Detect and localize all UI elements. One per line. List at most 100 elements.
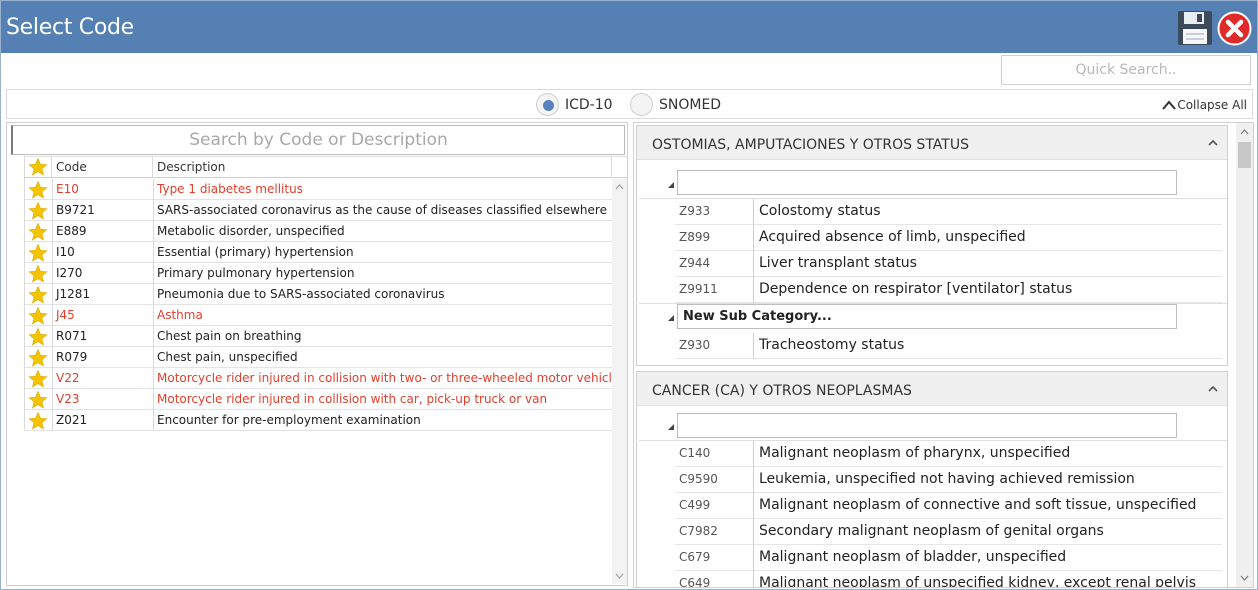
code-cell: I270 [56, 266, 83, 280]
category-title: CANCER (CA) Y OTROS NEOPLASMAS [652, 383, 912, 399]
description-cell: Asthma [157, 308, 203, 322]
subcategory-name-field[interactable] [677, 413, 1177, 438]
category-card: CANCER (CA) Y OTROS NEOPLASMAS C140 Malig… [636, 371, 1228, 588]
code-row[interactable]: C140 Malignant neoplasm of pharynx, unspe… [675, 441, 1222, 467]
category-header[interactable]: OSTOMIAS, AMPUTACIONES Y OTROS STATUS [637, 126, 1227, 160]
code-row[interactable]: C9590 Leukemia, unspecified not having ac… [675, 467, 1222, 493]
close-button[interactable] [1217, 11, 1252, 46]
code-cell: Z021 [56, 413, 88, 427]
table-row[interactable]: B9721 SARS-associated coronavirus as the … [24, 200, 612, 221]
code-search-input[interactable] [11, 125, 625, 155]
code-description: Malignant neoplasm of pharynx, unspecifi… [759, 445, 1071, 461]
quick-search-input[interactable] [1001, 55, 1251, 85]
table-row[interactable]: I10 Essential (primary) hypertension [24, 242, 612, 263]
code-row[interactable]: Z944 Liver transplant status [675, 251, 1222, 277]
code-value: Z930 [679, 338, 711, 352]
star-icon[interactable] [28, 411, 48, 431]
code-cell: J45 [56, 308, 75, 322]
description-cell: Encounter for pre-employment examination [157, 413, 421, 427]
code-description: Leukemia, unspecified not having achieve… [759, 471, 1135, 487]
radio-circle [630, 93, 653, 116]
subcategory-name-field[interactable]: New Sub Category... [677, 304, 1177, 329]
code-description: Secondary malignant neoplasm of genital … [759, 523, 1104, 539]
star-icon[interactable] [28, 390, 48, 410]
star-icon[interactable] [28, 306, 48, 326]
save-button[interactable] [1177, 10, 1213, 46]
chevron-up-icon [1162, 100, 1177, 110]
code-value: C679 [679, 550, 711, 564]
description-cell: Pneumonia due to SARS-associated coronav… [157, 287, 445, 301]
expand-triangle-icon[interactable] [667, 423, 675, 431]
description-cell: Type 1 diabetes mellitus [157, 182, 303, 196]
star-icon[interactable] [28, 327, 48, 347]
table-row[interactable]: I270 Primary pulmonary hypertension [24, 263, 612, 284]
star-icon[interactable] [28, 285, 48, 305]
icd10-radio[interactable]: ICD-10 [536, 93, 616, 117]
categories-scrollbar[interactable] [1236, 123, 1253, 587]
collapse-all-label: Collapse All [1177, 98, 1247, 112]
scroll-up-arrow-icon[interactable] [615, 183, 624, 192]
star-icon[interactable] [28, 264, 48, 284]
category-title: OSTOMIAS, AMPUTACIONES Y OTROS STATUS [652, 137, 969, 153]
table-row[interactable]: R071 Chest pain on breathing [24, 326, 612, 347]
code-row[interactable]: C679 Malignant neoplasm of bladder, unspe… [675, 545, 1222, 571]
chevron-up-icon[interactable] [1207, 384, 1219, 394]
description-cell: Metabolic disorder, unspecified [157, 224, 345, 238]
star-icon[interactable] [28, 180, 48, 200]
categories-panel: OSTOMIAS, AMPUTACIONES Y OTROS STATUS Z9… [633, 122, 1254, 588]
star-icon[interactable] [28, 201, 48, 221]
category-header[interactable]: CANCER (CA) Y OTROS NEOPLASMAS [637, 372, 1227, 406]
table-row[interactable]: V23 Motorcycle rider injured in collision… [24, 389, 612, 410]
code-value: C9590 [679, 472, 718, 486]
code-cell: V22 [56, 371, 80, 385]
radio-selected-dot [543, 100, 554, 111]
table-row[interactable]: R079 Chest pain, unspecified [24, 347, 612, 368]
table-row[interactable]: Z021 Encounter for pre-employment examina… [24, 410, 612, 431]
code-description: Dependence on respirator [ventilator] st… [759, 281, 1073, 297]
code-row[interactable]: C649 Malignant neoplasm of unspecified ki… [675, 571, 1222, 588]
code-value: C649 [679, 576, 711, 588]
star-icon[interactable] [28, 348, 48, 368]
code-value: Z933 [679, 204, 711, 218]
code-row[interactable]: Z9911 Dependence on respirator [ventilato… [675, 277, 1222, 303]
scroll-up-arrow-icon[interactable] [1240, 128, 1249, 137]
subcategory-name-field[interactable] [677, 170, 1177, 195]
select-code-window: Select Code ICD-10 SNOMED [0, 0, 1258, 590]
code-row[interactable]: Z930 Tracheostomy status [675, 333, 1222, 359]
window-title: Select Code [6, 15, 134, 40]
description-cell: Motorcycle rider injured in collision wi… [157, 371, 620, 385]
code-cell: E889 [56, 224, 87, 238]
snomed-radio[interactable]: SNOMED [630, 93, 730, 117]
star-column-header[interactable] [24, 157, 52, 178]
table-row[interactable]: J45 Asthma [24, 305, 612, 326]
star-icon[interactable] [28, 243, 48, 263]
star-icon[interactable] [28, 369, 48, 389]
scroll-down-arrow-icon[interactable] [1240, 573, 1249, 582]
code-value: C7982 [679, 524, 718, 538]
code-description: Tracheostomy status [759, 337, 905, 353]
table-row[interactable]: E889 Metabolic disorder, unspecified [24, 221, 612, 242]
expand-triangle-icon[interactable] [667, 314, 675, 322]
table-row[interactable]: V22 Motorcycle rider injured in collision… [24, 368, 619, 389]
scroll-thumb[interactable] [1238, 142, 1251, 168]
expand-triangle-icon[interactable] [667, 181, 675, 189]
code-description: Colostomy status [759, 203, 881, 219]
code-row[interactable]: C499 Malignant neoplasm of connective and… [675, 493, 1222, 519]
scroll-down-arrow-icon[interactable] [615, 571, 624, 580]
table-row[interactable]: J1281 Pneumonia due to SARS-associated co… [24, 284, 612, 305]
collapse-all-button[interactable]: Collapse All [1161, 98, 1247, 112]
code-value: Z9911 [679, 282, 718, 296]
description-column-header[interactable]: Description [153, 157, 612, 178]
code-row[interactable]: Z899 Acquired absence of limb, unspecifie… [675, 225, 1222, 251]
code-row[interactable]: C7982 Secondary malignant neoplasm of gen… [675, 519, 1222, 545]
code-value: C140 [679, 446, 711, 460]
star-icon[interactable] [28, 222, 48, 242]
table-row[interactable]: E10 Type 1 diabetes mellitus [24, 179, 612, 200]
description-cell: Motorcycle rider injured in collision wi… [157, 392, 548, 406]
chevron-up-icon[interactable] [1207, 138, 1219, 148]
grid-header: Code Description [24, 156, 628, 178]
code-row[interactable]: Z933 Colostomy status [675, 199, 1222, 225]
description-cell: Chest pain on breathing [157, 329, 302, 343]
code-column-header[interactable]: Code [52, 157, 153, 178]
favorites-scrollbar[interactable] [612, 179, 627, 584]
